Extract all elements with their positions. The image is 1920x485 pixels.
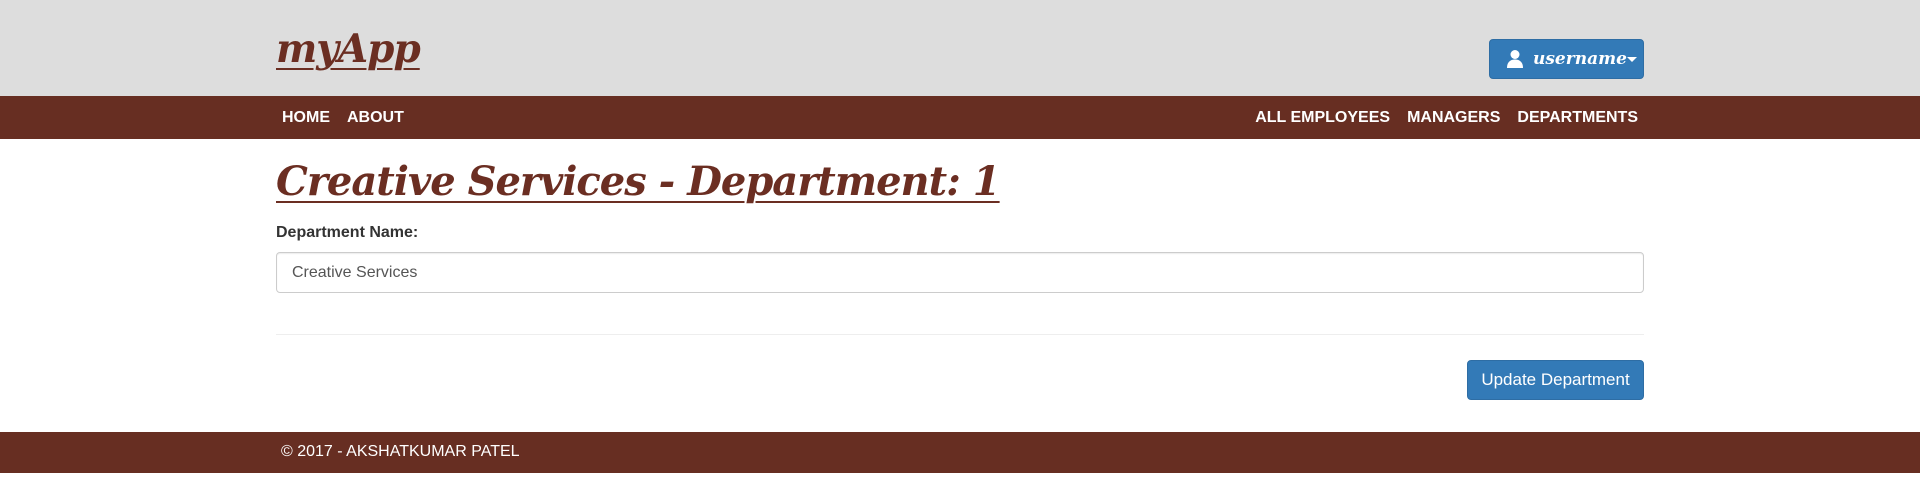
nav-all-employees[interactable]: ALL EMPLOYEES [1255, 109, 1390, 127]
nav-right: ALL EMPLOYEES MANAGERS DEPARTMENTS [1238, 96, 1638, 139]
caret-down-icon [1626, 56, 1637, 62]
app-logo[interactable]: myApp [276, 28, 421, 71]
main-navbar: HOME ABOUT ALL EMPLOYEES MANAGERS DEPART… [0, 96, 1920, 139]
footer: © 2017 - AKSHATKUMAR PATEL [0, 432, 1920, 473]
user-menu-button[interactable]: username [1489, 39, 1644, 79]
nav-about[interactable]: ABOUT [347, 109, 404, 127]
username-label: username [1533, 49, 1627, 69]
nav-departments[interactable]: DEPARTMENTS [1517, 109, 1638, 127]
nav-managers[interactable]: MANAGERS [1407, 109, 1500, 127]
nav-left: HOME ABOUT [282, 96, 421, 139]
department-name-label: Department Name: [276, 224, 419, 241]
nav-home[interactable]: HOME [282, 109, 330, 127]
department-name-input[interactable] [276, 252, 1644, 293]
footer-copyright: © 2017 - AKSHATKUMAR PATEL [281, 443, 520, 460]
top-header: myApp username [0, 0, 1920, 96]
update-department-button[interactable]: Update Department [1467, 360, 1644, 400]
page-title: Creative Services - Department: 1 [276, 158, 1001, 205]
form-divider [276, 334, 1644, 335]
user-icon [1506, 49, 1524, 69]
